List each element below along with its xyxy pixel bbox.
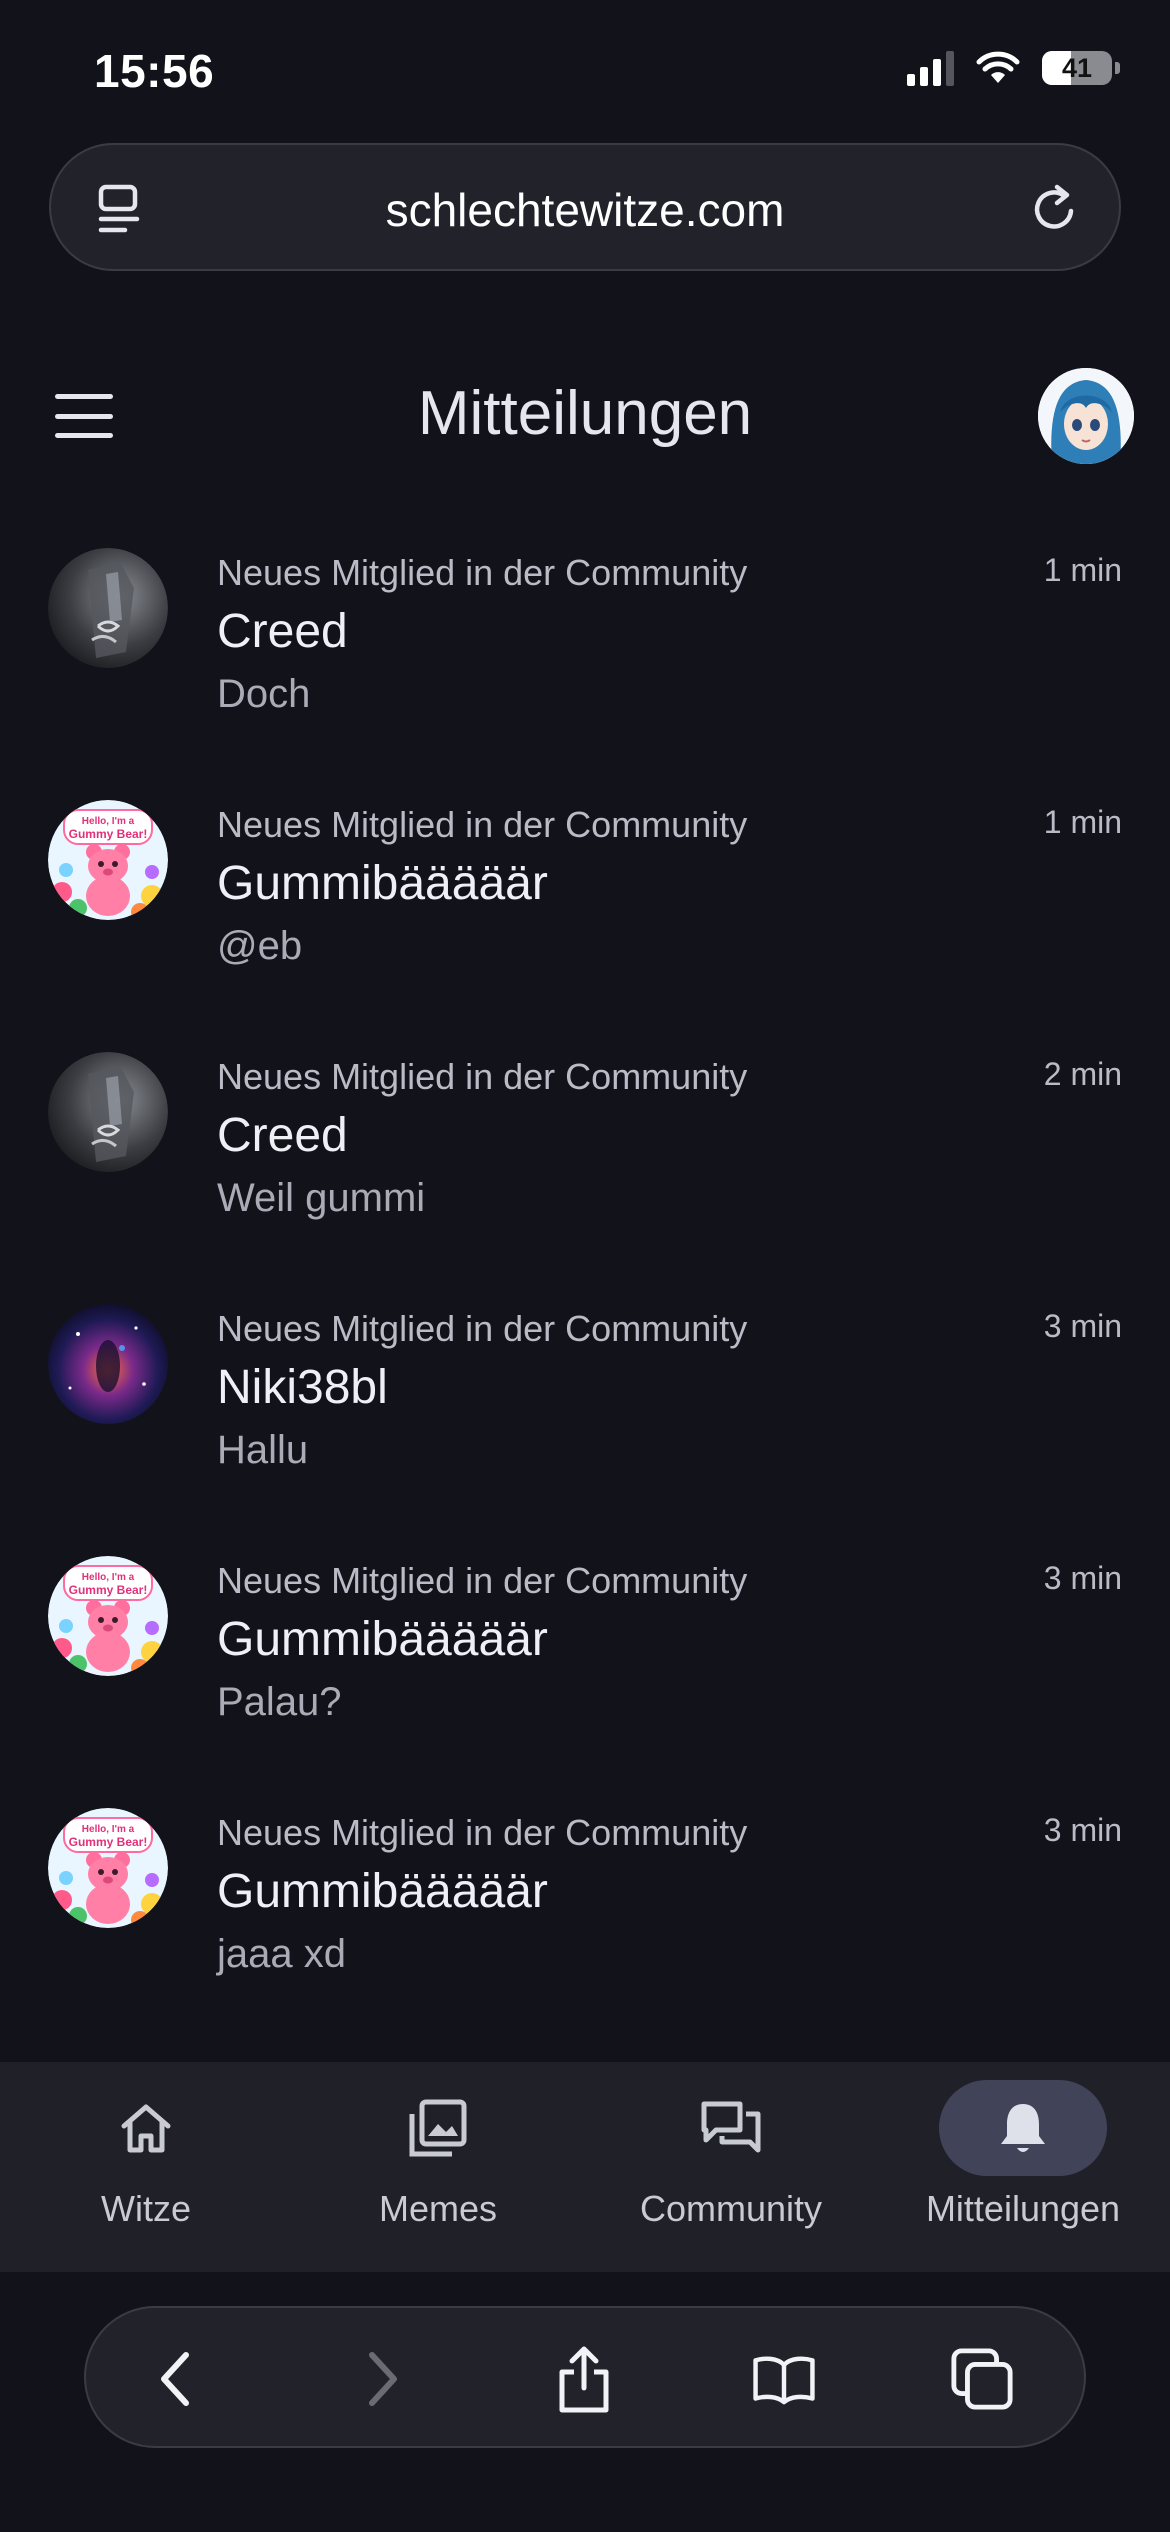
notification-user-name: Gummibääääär: [217, 1613, 548, 1666]
notification-item[interactable]: Hello, I'm a Gummy Bear! Neues Mitglied in…: [0, 1780, 1170, 2032]
notification-message: Palau?: [217, 1680, 342, 1724]
user-avatar[interactable]: [48, 1304, 168, 1424]
browser-toolbar: [84, 2306, 1086, 2448]
profile-avatar[interactable]: [1038, 368, 1134, 464]
notification-message: Doch: [217, 672, 311, 716]
wifi-icon: [976, 51, 1020, 83]
status-bar: 15:56 41: [0, 0, 1170, 140]
creed-avatar-icon: [48, 548, 168, 668]
notification-message: Hallu: [217, 1428, 309, 1472]
notification-category: Neues Mitglied in der Community: [217, 552, 748, 593]
svg-text:Gummy Bear!: Gummy Bear!: [69, 1835, 148, 1849]
notification-category: Neues Mitglied in der Community: [217, 1308, 748, 1349]
notification-list: Neues Mitglied in der Community 1 min Cree…: [0, 520, 1170, 2032]
nav-tab-label: Community: [639, 2188, 823, 2229]
battery-percent: 41: [1061, 52, 1093, 83]
creed-avatar-icon: [48, 1052, 168, 1172]
notification-category: Neues Mitglied in der Community: [217, 804, 748, 845]
battery-icon: 41: [1042, 51, 1112, 85]
nav-tab-label: Memes: [378, 2188, 498, 2229]
browser-toolbar-area: [0, 2272, 1170, 2532]
svg-text:Gummy Bear!: Gummy Bear!: [69, 827, 148, 841]
notification-time: 3 min: [1043, 1812, 1122, 1848]
notification-category: Neues Mitglied in der Community: [217, 1056, 748, 1097]
tabs-icon[interactable]: [950, 2346, 1014, 2412]
app-screen: 15:56 41 schlechtewitze.com Mitteilungen…: [0, 0, 1170, 2532]
notification-time: 1 min: [1043, 804, 1122, 840]
notification-message: jaaa xd: [217, 1932, 346, 1976]
svg-text:Hello, I'm a: Hello, I'm a: [82, 816, 135, 827]
notification-message: @eb: [217, 924, 303, 968]
forum-icon: [647, 2080, 815, 2176]
image-gallery-icon: [354, 2080, 522, 2176]
status-icons: 41: [907, 50, 1120, 86]
notification-user-name: Gummibääääär: [217, 857, 548, 910]
gummy-bear-avatar-icon: Hello, I'm aGummy Bear!: [48, 1556, 168, 1676]
notification-item[interactable]: Neues Mitglied in der Community 3 min Niki…: [0, 1276, 1170, 1528]
notification-category: Neues Mitglied in der Community: [217, 1560, 748, 1601]
back-icon[interactable]: [144, 2346, 208, 2412]
status-time: 15:56: [94, 45, 215, 97]
cellular-signal-icon: [907, 50, 954, 86]
notification-item[interactable]: Neues Mitglied in der Community 2 min Cree…: [0, 1024, 1170, 1276]
address-bar[interactable]: schlechtewitze.com: [49, 143, 1121, 271]
bookmarks-icon[interactable]: [752, 2346, 816, 2412]
nav-tab-witze[interactable]: Witze: [0, 2062, 292, 2272]
page-title: Mitteilungen: [417, 379, 753, 448]
notification-time: 2 min: [1043, 1056, 1122, 1092]
notification-time: 1 min: [1043, 552, 1122, 588]
user-avatar[interactable]: Hello, I'm a Gummy Bear!: [48, 800, 168, 920]
notification-user-name: Creed: [217, 1109, 348, 1162]
notification-user-name: Gummibääääär: [217, 1865, 548, 1918]
bottom-navigation: Witze Memes Community Mitteilungen: [0, 2062, 1170, 2272]
nav-tab-label: Mitteilungen: [925, 2188, 1121, 2229]
svg-text:Gummy Bear!: Gummy Bear!: [69, 1583, 148, 1597]
nav-tab-community[interactable]: Community: [585, 2062, 877, 2272]
svg-text:Hello, I'm a: Hello, I'm a: [82, 1824, 135, 1835]
reload-icon[interactable]: [1027, 181, 1081, 237]
user-avatar[interactable]: Hello, I'm a Gummy Bear!: [48, 1808, 168, 1928]
galaxy-avatar-icon: [48, 1304, 168, 1424]
share-icon[interactable]: [552, 2346, 616, 2413]
notification-message: Weil gummi: [217, 1176, 426, 1220]
url-text: schlechtewitze.com: [385, 184, 785, 236]
gummy-bear-avatar-icon: Hello, I'm aGummy Bear!: [48, 800, 168, 920]
svg-text:Hello, I'm a: Hello, I'm a: [82, 1572, 135, 1583]
user-avatar[interactable]: Hello, I'm a Gummy Bear!: [48, 1556, 168, 1676]
notification-user-name: Niki38bl: [217, 1361, 388, 1414]
notification-item[interactable]: Neues Mitglied in der Community 1 min Cree…: [0, 520, 1170, 772]
nav-tab-memes[interactable]: Memes: [292, 2062, 584, 2272]
notification-category: Neues Mitglied in der Community: [217, 1812, 748, 1853]
battery-indicator: 41: [1042, 51, 1120, 85]
gummy-bear-avatar-icon: Hello, I'm aGummy Bear!: [48, 1808, 168, 1928]
bell-icon: [939, 2080, 1107, 2176]
notification-item[interactable]: Hello, I'm a Gummy Bear! Neues Mitglied in…: [0, 1528, 1170, 1780]
nav-tab-label: Witze: [101, 2188, 191, 2229]
user-avatar[interactable]: [48, 1052, 168, 1172]
user-avatar[interactable]: [48, 548, 168, 668]
notification-user-name: Creed: [217, 605, 348, 658]
notification-time: 3 min: [1043, 1560, 1122, 1596]
nav-tab-mitteilungen[interactable]: Mitteilungen: [877, 2062, 1169, 2272]
notification-time: 3 min: [1043, 1308, 1122, 1344]
home-icon: [62, 2080, 230, 2176]
notification-item[interactable]: Hello, I'm a Gummy Bear! Neues Mitglied in…: [0, 772, 1170, 1024]
anime-avatar-icon: [1038, 368, 1134, 464]
forward-icon[interactable]: [350, 2346, 414, 2412]
